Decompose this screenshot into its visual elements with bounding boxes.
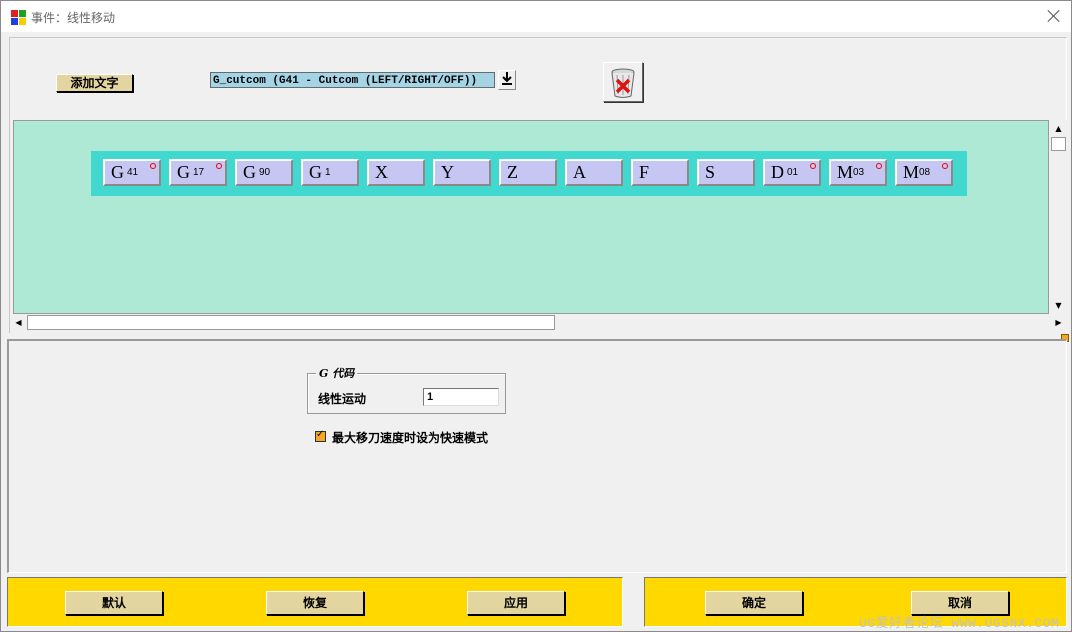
scroll-down-icon[interactable]: ▼ [1050, 297, 1067, 314]
restore-button[interactable]: 恢复 [266, 591, 364, 615]
word-letter: M [903, 162, 920, 182]
word-letter: X [375, 162, 388, 182]
word-button[interactable]: S [697, 159, 755, 186]
default-button[interactable]: 默认 [65, 591, 163, 615]
word-button[interactable]: G1 [301, 159, 359, 186]
mandatory-marker-icon [942, 163, 948, 169]
word-button[interactable]: Y [433, 159, 491, 186]
word-letter: S [705, 162, 716, 182]
word-button[interactable]: F [631, 159, 689, 186]
word-letter: G [111, 162, 124, 182]
delete-button[interactable] [603, 62, 643, 102]
word-letter: G [243, 162, 256, 182]
word-letter: A [573, 162, 586, 182]
scroll-left-icon[interactable]: ◀ [10, 314, 27, 331]
word-button[interactable]: M 08 [895, 159, 953, 186]
word-value: 90 [259, 167, 271, 178]
word-letter: G [309, 162, 322, 182]
rapid-mode-label[interactable]: 最大移刀速度时设为快速模式 [332, 429, 488, 446]
word-value: 17 [193, 167, 205, 178]
add-text-button[interactable]: 添加文字 [56, 74, 133, 92]
scroll-up-icon[interactable]: ▲ [1050, 120, 1067, 137]
dropdown-value[interactable]: G_cutcom (G41 - Cutcom (LEFT/RIGHT/OFF)) [210, 72, 495, 88]
word-button[interactable]: G 41 [103, 159, 161, 186]
block-editor-panel: 添加文字 G_cutcom (G41 - Cutcom (LEFT/RIGHT/… [9, 37, 1067, 333]
watermark: UG爱好者论坛 WWW.UGSNX.COM [859, 616, 1060, 631]
word-button[interactable]: X [367, 159, 425, 186]
title-bar: 事件：线性移动 [1, 1, 1071, 32]
word-value: 01 [787, 167, 799, 178]
word-value: 41 [127, 167, 139, 178]
dialog-window: 事件：线性移动 添加文字 G_cutcom (G41 - Cutcom (LEF… [0, 0, 1072, 632]
vertical-scrollbar[interactable]: ▲ ▼ [1050, 120, 1067, 314]
app-icon [11, 10, 26, 25]
word-button[interactable]: M 03 [829, 159, 887, 186]
linear-motion-label: 线性运动 [318, 392, 367, 406]
block-canvas: G 41 G 17 G 90 G 1 X Y Z A F S D 01 M 03 M 08 [13, 120, 1049, 314]
rapid-mode-checkbox[interactable] [315, 429, 326, 442]
word-letter: M [837, 162, 854, 182]
close-icon[interactable] [1045, 7, 1063, 25]
word-dropdown[interactable]: G_cutcom (G41 - Cutcom (LEFT/RIGHT/OFF)) [210, 70, 516, 92]
word-value: 03 [853, 167, 865, 178]
word-button[interactable]: G 17 [169, 159, 227, 186]
download-arrow-icon[interactable] [498, 70, 516, 90]
horizontal-scrollbar[interactable]: ◀ ▶ [10, 314, 1067, 331]
footer-left-bar: 默认 恢复 应用 [7, 577, 623, 627]
gcode-group: G 代码 线性运动 1 [307, 365, 506, 414]
apply-button[interactable]: 应用 [467, 591, 565, 615]
mandatory-marker-icon [150, 163, 156, 169]
scroll-right-icon[interactable]: ▶ [1050, 314, 1067, 331]
trash-delete-icon [611, 68, 635, 98]
word-letter: D [771, 162, 784, 182]
word-button[interactable]: A [565, 159, 623, 186]
word-button[interactable]: Z [499, 159, 557, 186]
word-letter: F [639, 162, 650, 182]
word-letter: Z [507, 162, 518, 182]
ok-button[interactable]: 确定 [705, 591, 803, 615]
gcode-group-title: G 代码 [316, 365, 358, 381]
mandatory-marker-icon [876, 163, 882, 169]
word-value: 08 [919, 167, 931, 178]
word-button[interactable]: D 01 [763, 159, 821, 186]
word-button[interactable]: G 90 [235, 159, 293, 186]
block-strip: G 41 G 17 G 90 G 1 X Y Z A F S D 01 M 03 M 08 [91, 151, 967, 196]
vertical-scroll-thumb[interactable] [1051, 137, 1066, 151]
word-letter: G [177, 162, 190, 182]
mandatory-marker-icon [810, 163, 816, 169]
linear-motion-input[interactable]: 1 [423, 388, 499, 406]
window-title: 事件：线性移动 [31, 11, 116, 25]
word-value: 1 [325, 167, 331, 178]
properties-panel: G 代码 线性运动 1 最大移刀速度时设为快速模式 [7, 339, 1067, 573]
mandatory-marker-icon [216, 163, 222, 169]
horizontal-scroll-thumb[interactable] [27, 315, 555, 330]
word-letter: Y [441, 162, 454, 182]
